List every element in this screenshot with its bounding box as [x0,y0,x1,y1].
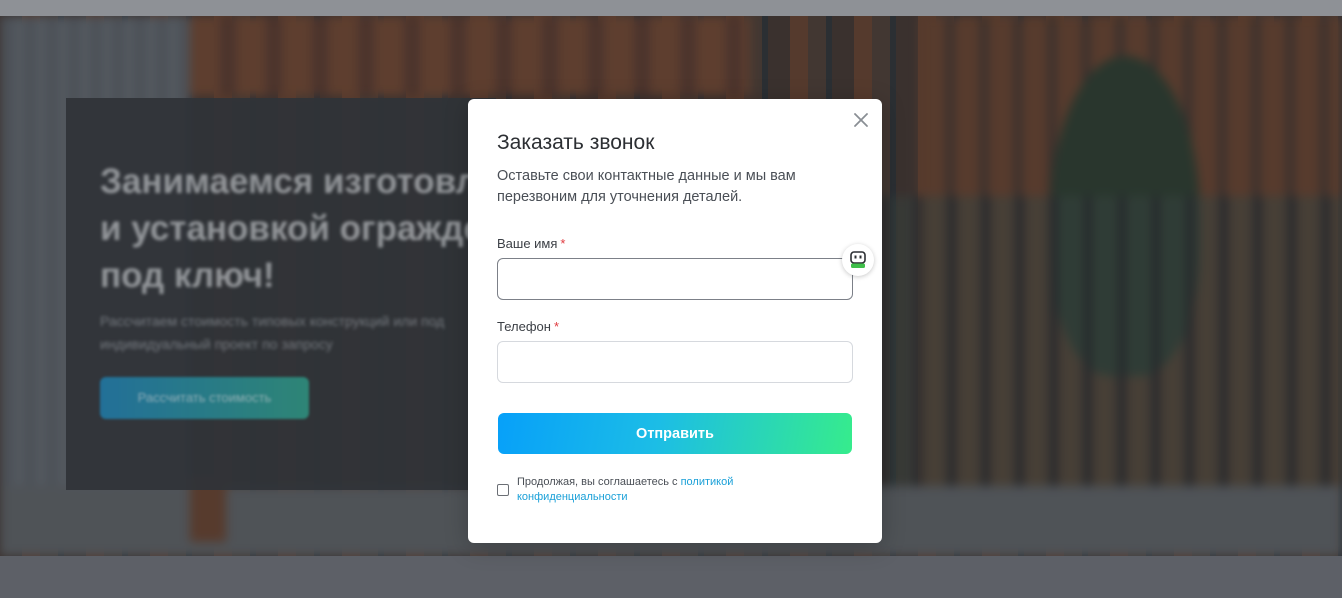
required-mark: * [553,319,559,334]
autofill-button[interactable] [842,244,874,276]
calculate-cost-button: Рассчитать стоимость [100,377,309,419]
phone-label-text: Телефон [497,319,551,334]
name-label-text: Ваше имя [497,236,558,251]
consent-checkbox[interactable] [497,484,509,496]
name-input[interactable] [497,258,853,300]
submit-button[interactable]: Отправить [498,413,852,454]
consent-text: Продолжая, вы соглашаетесь с политикой к… [517,475,777,505]
consent-text-prefix: Продолжая, вы соглашаетесь с [517,476,681,488]
close-icon [854,113,868,127]
password-manager-icon [850,251,866,268]
hero-subtitle: Рассчитаем стоимость типовых конструкций… [100,313,445,352]
required-mark: * [560,236,566,251]
close-button[interactable] [850,109,872,131]
modal-description: Оставьте свои контактные данные и мы вам… [497,168,796,205]
modal-title: Заказать звонок [497,131,655,154]
page-bottom-band [0,556,1342,598]
name-field-label: Ваше имя * [497,236,565,251]
page-top-strip [0,0,1342,16]
phone-field-label: Телефон * [497,319,559,334]
phone-input[interactable] [497,341,853,383]
callback-modal: Заказать звонок Оставьте свои контактные… [468,99,882,543]
